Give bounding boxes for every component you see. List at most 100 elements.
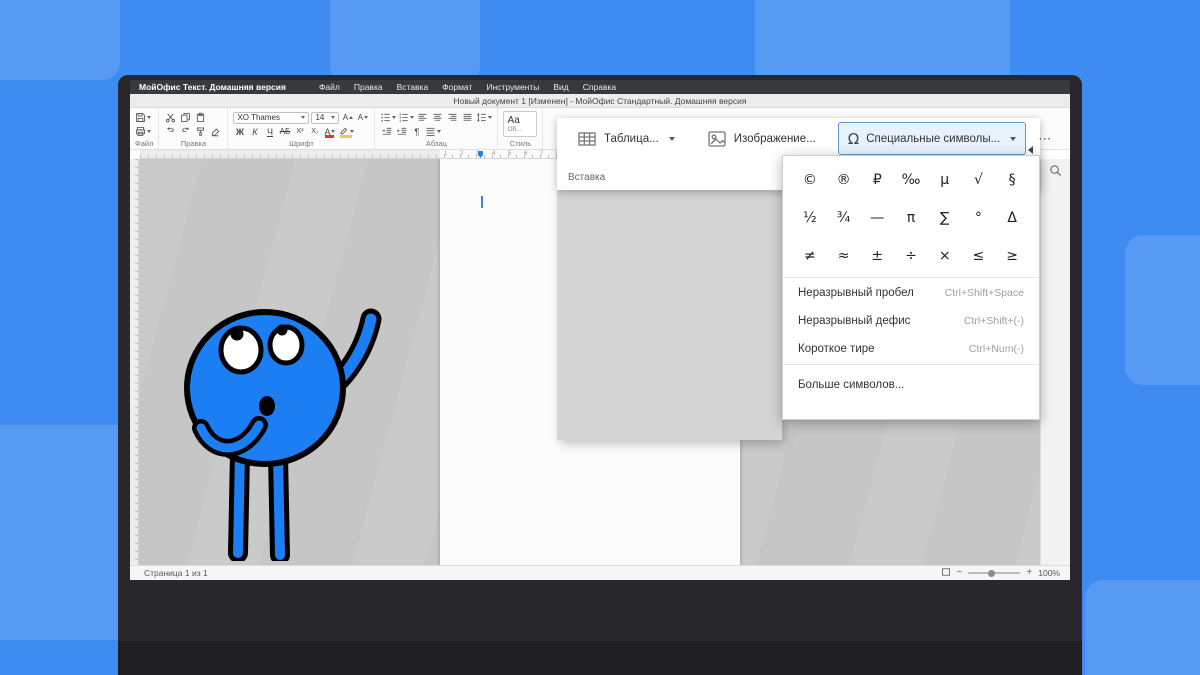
symbol-cell[interactable]: ₽	[860, 161, 894, 199]
menu-item-more-symbols[interactable]: Больше символов...	[783, 366, 1039, 404]
menu-item-nb-hyphen[interactable]: Неразрывный дефис Ctrl+Shift+(-)	[783, 307, 1039, 335]
subscript-button[interactable]: X₂	[308, 126, 321, 138]
cut-button[interactable]	[164, 112, 177, 124]
menu-item-insert[interactable]: Вставка	[390, 82, 436, 92]
symbol-cell[interactable]: ±	[860, 237, 894, 275]
zoom-out-button[interactable]: −	[957, 568, 963, 578]
zoom-slider-handle[interactable]	[988, 569, 996, 577]
copy-button[interactable]	[179, 112, 192, 124]
symbol-cell[interactable]: √	[962, 161, 996, 199]
symbol-cell[interactable]: ¾	[827, 199, 861, 237]
format-painter-button[interactable]	[194, 126, 207, 138]
shortcut-label: Ctrl+Shift+Space	[944, 287, 1024, 299]
collapse-arrow-icon[interactable]	[1028, 146, 1033, 154]
chevron-down-icon	[410, 116, 415, 119]
strikethrough-button[interactable]: АБ	[278, 126, 291, 138]
paste-button[interactable]	[194, 112, 207, 124]
print-button[interactable]	[135, 126, 151, 138]
numbered-list-button[interactable]	[398, 112, 415, 124]
bullet-list-button[interactable]	[380, 112, 397, 124]
justify-button[interactable]	[461, 112, 474, 124]
font-color-button[interactable]: А	[323, 126, 336, 138]
symbol-cell[interactable]: ©	[793, 161, 827, 199]
toolbar-group-file: Файл	[130, 108, 160, 149]
menu-item-tools[interactable]: Инструменты	[479, 82, 546, 92]
symbol-cell[interactable]: ‰	[894, 161, 928, 199]
insert-table-button[interactable]: Таблица...	[567, 122, 685, 155]
chevron-down-icon	[668, 136, 675, 141]
indent-button[interactable]	[395, 126, 408, 138]
font-size-select[interactable]: 14	[311, 111, 340, 124]
zoom-slider[interactable]	[968, 569, 1021, 577]
insert-symbols-button[interactable]: Ω Специальные символы...	[837, 122, 1027, 155]
undo-button[interactable]	[164, 126, 177, 138]
font-decrease-button[interactable]: А	[356, 112, 369, 124]
symbol-cell[interactable]: ½	[793, 199, 827, 237]
chevron-down-icon	[331, 130, 336, 133]
more-options-button[interactable]: ⋯	[1038, 128, 1051, 150]
chevron-down-icon	[392, 116, 397, 119]
zoom-level[interactable]: 100%	[1038, 568, 1060, 578]
outdent-button[interactable]	[380, 126, 393, 138]
insert-image-button[interactable]: Изображение...	[697, 122, 826, 155]
menu-item-view[interactable]: Вид	[546, 82, 575, 92]
symbol-cell[interactable]: Δ	[995, 199, 1029, 237]
symbol-cell[interactable]: —	[860, 199, 894, 237]
font-family-select[interactable]: XO Thames	[233, 111, 310, 124]
indent-marker[interactable]	[478, 151, 483, 158]
bold-button[interactable]: Ж	[233, 126, 246, 138]
save-button[interactable]	[135, 112, 151, 124]
symbol-cell[interactable]: ®	[827, 161, 861, 199]
symbol-cell[interactable]: µ	[928, 161, 962, 199]
underline-button[interactable]: Ч	[263, 126, 276, 138]
align-right-button[interactable]	[446, 112, 459, 124]
right-sidebar-rail	[1040, 159, 1070, 565]
menu-item-format[interactable]: Формат	[435, 82, 479, 92]
image-icon	[708, 130, 726, 147]
toolbar-group-edit: Правка	[159, 108, 229, 149]
line-spacing-button[interactable]	[476, 112, 493, 124]
symbol-cell[interactable]: ≥	[995, 237, 1029, 275]
superscript-button[interactable]: X²	[293, 126, 306, 138]
symbol-cell[interactable]: ∑	[928, 199, 962, 237]
clear-format-button[interactable]	[209, 126, 222, 138]
symbol-cell[interactable]: §	[995, 161, 1029, 199]
chevron-down-icon	[301, 116, 306, 119]
align-center-button[interactable]	[431, 112, 444, 124]
style-preview[interactable]: Аа Об...	[503, 111, 538, 137]
toolbar-label-file: Файл	[135, 139, 154, 148]
symbol-cell[interactable]: ÷	[894, 237, 928, 275]
menu-item-file[interactable]: Файл	[312, 82, 347, 92]
fit-page-button[interactable]	[941, 567, 951, 579]
chevron-down-icon	[147, 116, 151, 119]
menu-item-edit[interactable]: Правка	[347, 82, 390, 92]
symbol-cell[interactable]: ≠	[793, 237, 827, 275]
menu-item-en-dash[interactable]: Короткое тире Ctrl+Num(-)	[783, 335, 1039, 363]
search-icon[interactable]	[1049, 164, 1062, 182]
symbol-cell[interactable]: ≤	[962, 237, 996, 275]
paragraph-spacing-button[interactable]	[425, 126, 442, 138]
page-indicator: Страница 1 из 1	[144, 568, 208, 578]
zoom-in-button[interactable]: +	[1026, 568, 1032, 578]
formatting-marks-button[interactable]: ¶	[410, 126, 423, 138]
symbol-cell[interactable]: ≈	[827, 237, 861, 275]
menu-item-nbsp[interactable]: Неразрывный пробел Ctrl+Shift+Space	[783, 279, 1039, 307]
vertical-ruler[interactable]	[130, 159, 139, 565]
italic-button[interactable]: К	[248, 126, 261, 138]
font-increase-button[interactable]: А	[341, 112, 354, 124]
symbol-cell[interactable]: π	[894, 199, 928, 237]
symbols-grid: © ® ₽ ‰ µ √ § ½ ¾ — π ∑ ° Δ ≠ ≈ ± ÷ × ≤ …	[783, 156, 1039, 276]
symbol-cell[interactable]: ×	[928, 237, 962, 275]
redo-button[interactable]	[179, 126, 192, 138]
align-left-button[interactable]	[416, 112, 429, 124]
app-title: МойОфис Текст. Домашняя версия	[139, 82, 286, 92]
symbol-cell[interactable]: °	[962, 199, 996, 237]
highlight-button[interactable]	[338, 126, 355, 138]
menu-separator	[783, 277, 1039, 278]
background-decoration	[1125, 235, 1200, 385]
menu-item-help[interactable]: Справка	[576, 82, 623, 92]
omega-icon: Ω	[847, 129, 860, 148]
promo-stage: МойОфис Текст. Домашняя версия Файл Прав…	[0, 0, 1200, 675]
chevron-down-icon	[147, 130, 151, 133]
shortcut-label: Ctrl+Shift+(-)	[963, 315, 1024, 327]
